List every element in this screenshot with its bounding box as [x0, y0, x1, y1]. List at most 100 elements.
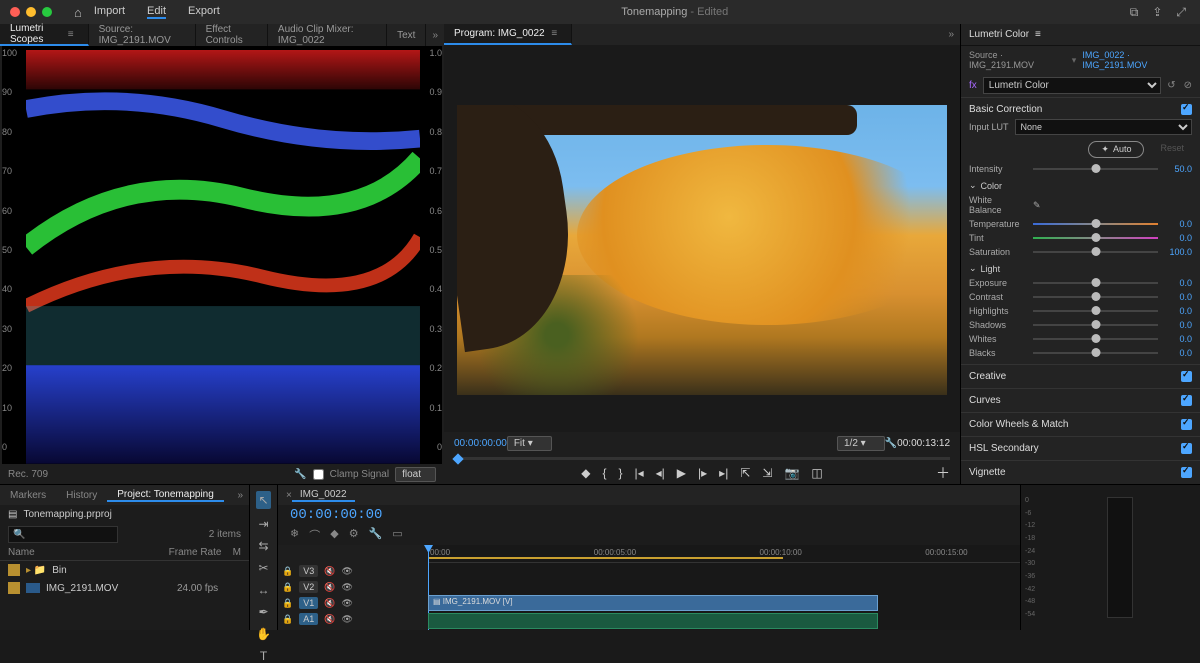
input-lut-dropdown[interactable]: None	[1015, 119, 1192, 135]
audio-clip[interactable]	[428, 613, 878, 629]
home-icon[interactable]: ⌂	[74, 5, 82, 20]
col-media[interactable]: M	[233, 547, 241, 558]
type-tool-icon[interactable]: T	[260, 649, 267, 663]
track-header[interactable]: 🔒V1🔇👁	[278, 595, 428, 611]
tab-project[interactable]: Project: Tonemapping	[107, 489, 224, 502]
button-editor-icon[interactable]: ＋	[936, 463, 950, 483]
param-value[interactable]: 0.0	[1164, 348, 1192, 358]
out-point-icon[interactable]: }	[619, 466, 623, 480]
section-header[interactable]: Curves	[969, 395, 1001, 406]
track-select-icon[interactable]: ⇥	[258, 517, 268, 531]
track-header[interactable]: 🔒V2🔇👁	[278, 579, 428, 595]
section-header[interactable]: HSL Secondary	[969, 443, 1039, 454]
eyedropper-icon[interactable]: ✎	[1033, 200, 1041, 211]
minimize-icon[interactable]	[26, 7, 36, 17]
sequence-tab[interactable]: IMG_0022	[292, 489, 355, 502]
pen-tool-icon[interactable]: ✒	[258, 605, 268, 619]
project-item[interactable]: ▸ 📁Bin	[0, 561, 249, 579]
panel-overflow-icon[interactable]: »	[426, 30, 444, 41]
tab-markers[interactable]: Markers	[0, 490, 56, 501]
slip-tool-icon[interactable]: ↔	[258, 583, 270, 597]
track-header[interactable]: 🔒V3🔇👁	[278, 563, 428, 579]
razor-tool-icon[interactable]: ✂	[258, 561, 268, 575]
track-header[interactable]: 🔒A1🔇👁	[278, 611, 428, 627]
panel-overflow-icon[interactable]: »	[231, 490, 249, 501]
col-name[interactable]: Name	[8, 547, 169, 558]
timeline-tracks[interactable]: 00:00 00:00:05:00 00:00:10:00 00:00:15:0…	[428, 545, 1020, 630]
section-toggle[interactable]	[1181, 443, 1192, 454]
tab-text[interactable]: Text	[387, 24, 426, 46]
section-header[interactable]: Color Wheels & Match	[969, 419, 1068, 430]
menu-export[interactable]: Export	[188, 5, 220, 19]
lift-icon[interactable]: ⇱	[740, 466, 750, 480]
param-slider[interactable]	[1033, 223, 1158, 225]
extract-icon[interactable]: ⇲	[762, 466, 772, 480]
tab-audio-mixer[interactable]: Audio Clip Mixer: IMG_0022	[268, 24, 387, 46]
tab-lumetri-scopes[interactable]: Lumetri Scopes ≡	[0, 24, 89, 46]
timeline-timecode[interactable]: 00:00:00:00	[278, 505, 1020, 525]
basic-correction-header[interactable]: Basic Correction	[969, 104, 1042, 115]
section-toggle[interactable]	[1181, 371, 1192, 382]
param-value[interactable]: 0.0	[1164, 320, 1192, 330]
effect-name-dropdown[interactable]: Lumetri Color	[983, 77, 1161, 94]
maximize-icon[interactable]	[42, 7, 52, 17]
menu-import[interactable]: Import	[94, 5, 125, 19]
menu-edit[interactable]: Edit	[147, 5, 166, 19]
basic-correction-toggle[interactable]	[1181, 104, 1192, 115]
param-slider[interactable]	[1033, 310, 1158, 312]
zoom-fit-dropdown[interactable]: Fit ▾	[507, 436, 552, 451]
param-value[interactable]: 0.0	[1164, 219, 1192, 229]
tab-source[interactable]: Source: IMG_2191.MOV	[89, 24, 196, 46]
param-value[interactable]: 0.0	[1164, 233, 1192, 243]
intensity-slider[interactable]	[1033, 168, 1158, 170]
step-back-icon[interactable]: ◂|	[656, 466, 665, 480]
param-value[interactable]: 0.0	[1164, 292, 1192, 302]
sequence-clip-link[interactable]: IMG_0022 · IMG_2191.MOV	[1082, 50, 1192, 70]
param-slider[interactable]	[1033, 338, 1158, 340]
param-slider[interactable]	[1033, 352, 1158, 354]
section-toggle[interactable]	[1181, 419, 1192, 430]
share-icon[interactable]: ⇪	[1152, 5, 1162, 20]
caret-down-icon[interactable]: ⌄	[969, 180, 977, 191]
section-toggle[interactable]	[1181, 467, 1192, 478]
marker-icon[interactable]: ◆	[581, 466, 590, 480]
bit-depth-dropdown[interactable]: float	[395, 467, 436, 482]
param-slider[interactable]	[1033, 237, 1158, 239]
param-value[interactable]: 0.0	[1164, 334, 1192, 344]
time-ruler[interactable]: 00:00 00:00:05:00 00:00:10:00 00:00:15:0…	[428, 545, 1020, 563]
project-item[interactable]: IMG_2191.MOV24.00 fps	[0, 579, 249, 597]
clamp-signal-checkbox[interactable]	[313, 469, 324, 480]
section-header[interactable]: Creative	[969, 371, 1006, 382]
program-scrubber[interactable]	[454, 457, 950, 460]
hand-tool-icon[interactable]: ✋	[256, 627, 271, 641]
go-to-in-icon[interactable]: |◂	[635, 466, 644, 480]
selection-tool-icon[interactable]: ↖	[256, 491, 270, 509]
settings-wrench-icon[interactable]: 🔧	[885, 438, 897, 449]
wrench-icon[interactable]: 🔧	[369, 527, 383, 543]
resolution-dropdown[interactable]: 1/2 ▾	[837, 436, 885, 451]
video-clip[interactable]: ▤ IMG_2191.MOV [V]	[428, 595, 878, 611]
param-value[interactable]: 0.0	[1164, 306, 1192, 316]
fullscreen-icon[interactable]: ⤢	[1176, 5, 1186, 20]
reset-button[interactable]: Reset	[1152, 141, 1192, 158]
tab-effect-controls[interactable]: Effect Controls	[196, 24, 268, 46]
reset-effect-icon[interactable]: ↺	[1167, 80, 1175, 91]
caret-down-icon[interactable]: ⌄	[969, 263, 977, 274]
tab-history[interactable]: History	[56, 490, 107, 501]
marker-add-icon[interactable]: ◆	[330, 527, 338, 543]
program-timecode[interactable]: 00:00:00:00	[454, 438, 507, 449]
bypass-effect-icon[interactable]: ⊘	[1184, 80, 1192, 91]
snap-icon[interactable]: ❄	[290, 527, 299, 543]
section-toggle[interactable]	[1181, 395, 1192, 406]
project-search-input[interactable]	[8, 526, 118, 543]
play-icon[interactable]: ▶	[677, 466, 686, 480]
step-forward-icon[interactable]: |▸	[698, 466, 707, 480]
param-slider[interactable]	[1033, 282, 1158, 284]
param-slider[interactable]	[1033, 324, 1158, 326]
panel-overflow-icon[interactable]: »	[942, 29, 960, 40]
intensity-value[interactable]: 50.0	[1164, 164, 1192, 174]
wrench-icon[interactable]: 🔧	[294, 469, 306, 480]
linked-selection-icon[interactable]: ⌒	[309, 527, 320, 543]
caption-icon[interactable]: ▭	[392, 527, 402, 543]
quick-export-icon[interactable]: ⧉	[1130, 5, 1139, 20]
